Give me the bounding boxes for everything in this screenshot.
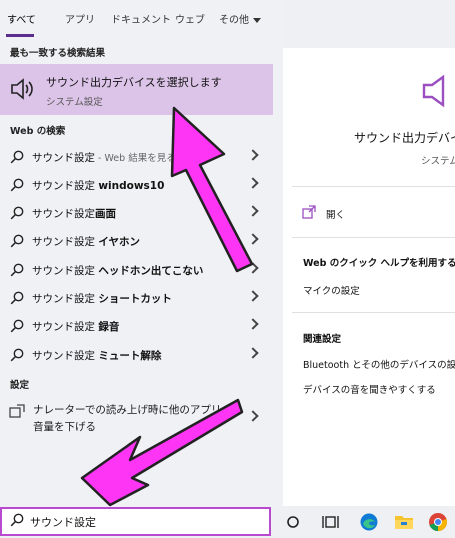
query-suffix: ミュート解除	[98, 350, 162, 362]
filter-tabs: すべて アプリ ドキュメント ウェブ その他	[0, 0, 283, 38]
query-prefix: サウンド設定	[32, 265, 99, 277]
preview-subtitle: システム	[421, 156, 455, 167]
web-search-item[interactable]: サウンド設定 - Web 結果を見る	[0, 143, 273, 170]
web-search-header: Web の検索	[10, 126, 66, 137]
chevron-right-icon	[247, 318, 259, 330]
query-suffix: 画面	[95, 208, 116, 220]
chevron-right-icon	[247, 410, 259, 422]
web-search-item[interactable]: サウンド設定 ミュート解除	[0, 341, 273, 368]
web-search-item-label: サウンド設定 windows10	[32, 178, 164, 193]
best-match-title: サウンド出力デバイスを選択します	[46, 76, 222, 89]
query-suffix: 録音	[98, 321, 120, 333]
device-sound-link[interactable]: デバイスの音を聞きやすくする	[303, 382, 436, 396]
web-search-item[interactable]: サウンド設定画面	[0, 199, 273, 226]
bluetooth-settings-link[interactable]: Bluetooth とその他のデバイスの設定	[303, 357, 455, 371]
settings-item-line2: 音量を下げる	[33, 421, 96, 433]
web-search-item-label: サウンド設定 ヘッドホン出てこない	[32, 263, 203, 278]
divider	[292, 312, 455, 313]
query-suffix: - Web 結果を見る	[95, 153, 176, 164]
search-icon	[10, 319, 24, 333]
active-tab-indicator	[6, 34, 34, 37]
divider	[292, 186, 455, 187]
tab-all[interactable]: すべて	[7, 11, 36, 26]
quick-help-header: Web のクイック ヘルプを利用する	[303, 258, 455, 269]
chrome-icon[interactable]	[428, 512, 448, 532]
tab-more-label: その他	[219, 15, 249, 26]
tab-documents[interactable]: ドキュメント	[111, 11, 171, 26]
file-explorer-icon[interactable]	[394, 512, 414, 530]
chevron-right-icon	[247, 205, 259, 217]
query-prefix: サウンド設定	[32, 321, 99, 333]
tab-web[interactable]: ウェブ	[175, 11, 205, 26]
search-icon	[10, 206, 24, 220]
query-prefix: サウンド設定	[32, 152, 95, 164]
chevron-right-icon	[247, 347, 259, 359]
settings-header: 設定	[10, 380, 30, 391]
settings-item-line1: ナレーターでの読み上げ時に他のアプリの	[33, 404, 232, 416]
web-search-item-label: サウンド設定 録音	[32, 319, 119, 334]
query-prefix: サウンド設定	[32, 236, 99, 248]
search-icon	[10, 234, 24, 248]
cortana-icon[interactable]	[286, 514, 300, 530]
speaker-icon	[11, 78, 33, 100]
search-icon	[10, 348, 24, 362]
best-match-header: 最も一致する検索結果	[10, 48, 106, 59]
edge-browser-icon[interactable]	[359, 512, 379, 532]
web-search-item[interactable]: サウンド設定 windows10	[0, 171, 273, 198]
query-suffix: ヘッドホン出てこない	[98, 265, 204, 277]
search-icon	[10, 150, 24, 164]
tab-apps[interactable]: アプリ	[65, 11, 95, 26]
web-search-item[interactable]: サウンド設定 イヤホン	[0, 227, 273, 254]
chevron-right-icon	[247, 290, 259, 302]
open-icon	[302, 205, 316, 219]
query-suffix: windows10	[98, 180, 165, 192]
query-suffix: イヤホン	[98, 236, 141, 248]
web-search-item-label: サウンド設定 ショートカット	[32, 291, 172, 306]
query-prefix: サウンド設定	[32, 293, 99, 305]
open-link[interactable]: 開く	[326, 207, 345, 221]
settings-item[interactable]: ナレーターでの読み上げ時に他のアプリの 音量を下げる	[0, 396, 273, 436]
web-search-item-label: サウンド設定 - Web 結果を見る	[32, 150, 176, 165]
query-prefix: サウンド設定	[32, 350, 99, 362]
chevron-down-icon	[253, 17, 261, 23]
web-search-item-label: サウンド設定 ミュート解除	[32, 348, 161, 363]
web-search-item[interactable]: サウンド設定 ヘッドホン出てこない	[0, 256, 273, 283]
divider	[292, 237, 455, 238]
speaker-large-icon	[422, 74, 445, 108]
chevron-right-icon	[247, 149, 259, 161]
settings-accessibility-icon	[9, 404, 25, 418]
query-prefix: サウンド設定	[32, 180, 99, 192]
query-prefix: サウンド設定	[32, 208, 95, 220]
chevron-right-icon	[247, 177, 259, 189]
chevron-right-icon	[247, 233, 259, 245]
chevron-right-icon	[247, 262, 259, 274]
search-icon	[10, 291, 24, 305]
web-search-item-label: サウンド設定 イヤホン	[32, 234, 140, 249]
web-search-item-label: サウンド設定画面	[32, 206, 116, 221]
web-search-item[interactable]: サウンド設定 ショートカット	[0, 284, 273, 311]
search-icon	[10, 513, 24, 527]
mic-settings-link[interactable]: マイクの設定	[303, 283, 360, 297]
web-search-item[interactable]: サウンド設定 録音	[0, 312, 273, 339]
preview-card	[283, 48, 455, 506]
related-settings-header: 関連設定	[303, 334, 342, 345]
best-match-subtitle: システム設定	[46, 97, 103, 108]
task-view-icon[interactable]	[322, 514, 340, 530]
search-icon	[10, 178, 24, 192]
tab-more[interactable]: その他	[219, 11, 261, 26]
search-icon	[10, 263, 24, 277]
preview-title: サウンド出力デバイ	[354, 131, 455, 145]
search-input-value: サウンド設定	[30, 516, 96, 529]
query-suffix: ショートカット	[98, 293, 172, 305]
